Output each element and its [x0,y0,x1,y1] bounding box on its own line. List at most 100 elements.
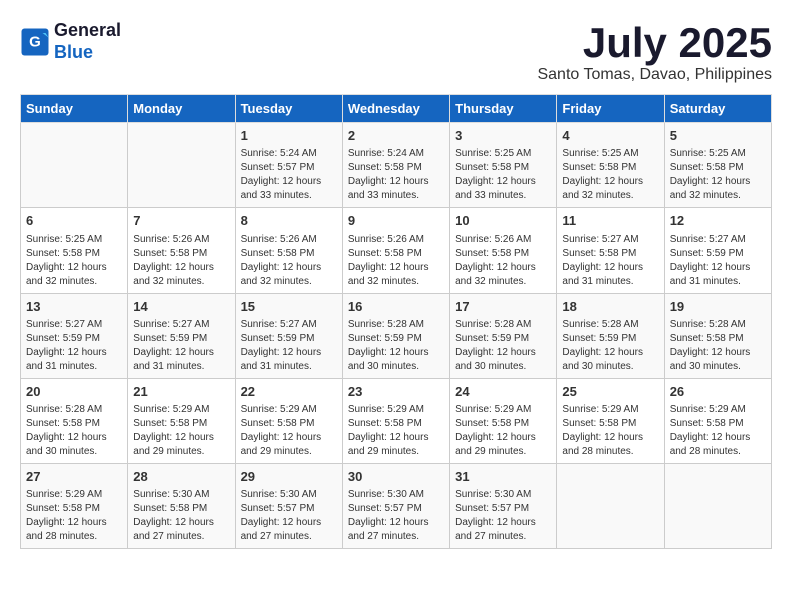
calendar-cell [664,463,771,548]
day-number: 13 [26,298,122,316]
day-header-friday: Friday [557,95,664,123]
day-info: Sunrise: 5:26 AM Sunset: 5:58 PM Dayligh… [133,233,229,289]
day-info: Sunrise: 5:27 AM Sunset: 5:59 PM Dayligh… [241,318,337,374]
day-info: Sunrise: 5:27 AM Sunset: 5:59 PM Dayligh… [133,318,229,374]
calendar-cell: 29Sunrise: 5:30 AM Sunset: 5:57 PM Dayli… [235,463,342,548]
calendar-cell: 26 Sunrise: 5:29 AM Sunset: 5:58 PM Dayli… [664,378,771,463]
day-info: Sunrise: 5:25 AM Sunset: 5:58 PM Dayligh… [670,147,766,203]
day-number: 26 [670,383,766,401]
calendar-cell: 24Sunrise: 5:29 AM Sunset: 5:58 PM Dayli… [450,378,557,463]
month-title: July 2025 [537,20,772,66]
day-number: 30 [348,468,444,486]
calendar-cell: 25 Sunrise: 5:29 AM Sunset: 5:58 PM Dayli… [557,378,664,463]
day-info: Sunrise: 5:26 AM Sunset: 5:58 PM Dayligh… [241,233,337,289]
day-info: Sunrise: 5:29 AM Sunset: 5:58 PM Dayligh… [133,403,229,459]
day-header-wednesday: Wednesday [342,95,449,123]
day-number: 25 [562,383,658,401]
logo: G General Blue [20,20,121,63]
calendar-cell: 4 Sunrise: 5:25 AM Sunset: 5:58 PM Daylig… [557,123,664,208]
day-number: 20 [26,383,122,401]
day-info: Sunrise: 5:27 AM Sunset: 5:58 PM Dayligh… [562,233,658,289]
day-number: 3 [455,127,551,145]
day-number: 19 [670,298,766,316]
calendar-cell: 21 Sunrise: 5:29 AM Sunset: 5:58 PM Dayli… [128,378,235,463]
calendar-cell: 7 Sunrise: 5:26 AM Sunset: 5:58 PM Daylig… [128,208,235,293]
calendar-cell: 9 Sunrise: 5:26 AM Sunset: 5:58 PM Daylig… [342,208,449,293]
day-number: 8 [241,212,337,230]
calendar-cell: 3Sunrise: 5:25 AM Sunset: 5:58 PM Daylig… [450,123,557,208]
calendar-cell: 20 Sunrise: 5:28 AM Sunset: 5:58 PM Dayli… [21,378,128,463]
title-block: July 2025 Santo Tomas, Davao, Philippine… [537,20,772,84]
calendar-cell: 15 Sunrise: 5:27 AM Sunset: 5:59 PM Dayli… [235,293,342,378]
calendar-cell: 13 Sunrise: 5:27 AM Sunset: 5:59 PM Dayli… [21,293,128,378]
day-number: 28 [133,468,229,486]
day-info: Sunrise: 5:28 AM Sunset: 5:59 PM Dayligh… [562,318,658,374]
day-info: Sunrise: 5:30 AM Sunset: 5:57 PM Dayligh… [241,488,337,544]
calendar-cell: 1Sunrise: 5:24 AM Sunset: 5:57 PM Daylig… [235,123,342,208]
day-number: 9 [348,212,444,230]
page-header: G General Blue July 2025 Santo Tomas, Da… [20,20,772,84]
day-info: Sunrise: 5:28 AM Sunset: 5:59 PM Dayligh… [348,318,444,374]
day-number: 18 [562,298,658,316]
calendar-cell: 10 Sunrise: 5:26 AM Sunset: 5:58 PM Dayli… [450,208,557,293]
calendar-cell: 31 Sunrise: 5:30 AM Sunset: 5:57 PM Dayli… [450,463,557,548]
logo-text: General Blue [54,20,121,63]
day-info: Sunrise: 5:29 AM Sunset: 5:58 PM Dayligh… [562,403,658,459]
day-header-tuesday: Tuesday [235,95,342,123]
day-info: Sunrise: 5:29 AM Sunset: 5:58 PM Dayligh… [670,403,766,459]
day-number: 2 [348,127,444,145]
calendar-cell: 17 Sunrise: 5:28 AM Sunset: 5:59 PM Dayli… [450,293,557,378]
day-number: 6 [26,212,122,230]
day-info: Sunrise: 5:25 AM Sunset: 5:58 PM Dayligh… [562,147,658,203]
day-number: 14 [133,298,229,316]
day-info: Sunrise: 5:24 AM Sunset: 5:57 PM Dayligh… [241,147,337,203]
day-info: Sunrise: 5:29 AM Sunset: 5:58 PM Dayligh… [348,403,444,459]
day-info: Sunrise: 5:28 AM Sunset: 5:58 PM Dayligh… [26,403,122,459]
day-number: 31 [455,468,551,486]
day-number: 7 [133,212,229,230]
calendar-cell: 23Sunrise: 5:29 AM Sunset: 5:58 PM Dayli… [342,378,449,463]
calendar-week-1: 1Sunrise: 5:24 AM Sunset: 5:57 PM Daylig… [21,123,772,208]
day-number: 15 [241,298,337,316]
calendar-week-5: 27Sunrise: 5:29 AM Sunset: 5:58 PM Dayli… [21,463,772,548]
day-info: Sunrise: 5:26 AM Sunset: 5:58 PM Dayligh… [455,233,551,289]
day-number: 11 [562,212,658,230]
calendar-cell: 11 Sunrise: 5:27 AM Sunset: 5:58 PM Dayli… [557,208,664,293]
subtitle: Santo Tomas, Davao, Philippines [537,66,772,84]
day-number: 4 [562,127,658,145]
day-info: Sunrise: 5:25 AM Sunset: 5:58 PM Dayligh… [26,233,122,289]
calendar-cell: 30Sunrise: 5:30 AM Sunset: 5:57 PM Dayli… [342,463,449,548]
day-info: Sunrise: 5:26 AM Sunset: 5:58 PM Dayligh… [348,233,444,289]
calendar-cell: 5Sunrise: 5:25 AM Sunset: 5:58 PM Daylig… [664,123,771,208]
day-number: 21 [133,383,229,401]
calendar-cell [128,123,235,208]
calendar-body: 1Sunrise: 5:24 AM Sunset: 5:57 PM Daylig… [21,123,772,549]
calendar-header-row: SundayMondayTuesdayWednesdayThursdayFrid… [21,95,772,123]
day-info: Sunrise: 5:24 AM Sunset: 5:58 PM Dayligh… [348,147,444,203]
day-info: Sunrise: 5:28 AM Sunset: 5:59 PM Dayligh… [455,318,551,374]
calendar-cell: 12Sunrise: 5:27 AM Sunset: 5:59 PM Dayli… [664,208,771,293]
calendar-cell: 16Sunrise: 5:28 AM Sunset: 5:59 PM Dayli… [342,293,449,378]
calendar-cell: 14 Sunrise: 5:27 AM Sunset: 5:59 PM Dayli… [128,293,235,378]
calendar-week-4: 20 Sunrise: 5:28 AM Sunset: 5:58 PM Dayli… [21,378,772,463]
calendar-cell [21,123,128,208]
calendar-cell: 8 Sunrise: 5:26 AM Sunset: 5:58 PM Daylig… [235,208,342,293]
calendar-cell: 22Sunrise: 5:29 AM Sunset: 5:58 PM Dayli… [235,378,342,463]
calendar-cell: 27Sunrise: 5:29 AM Sunset: 5:58 PM Dayli… [21,463,128,548]
day-info: Sunrise: 5:27 AM Sunset: 5:59 PM Dayligh… [26,318,122,374]
day-info: Sunrise: 5:30 AM Sunset: 5:57 PM Dayligh… [455,488,551,544]
day-info: Sunrise: 5:29 AM Sunset: 5:58 PM Dayligh… [26,488,122,544]
day-info: Sunrise: 5:29 AM Sunset: 5:58 PM Dayligh… [455,403,551,459]
logo-icon: G [20,27,50,57]
calendar-cell: 6 Sunrise: 5:25 AM Sunset: 5:58 PM Daylig… [21,208,128,293]
day-number: 17 [455,298,551,316]
day-info: Sunrise: 5:30 AM Sunset: 5:58 PM Dayligh… [133,488,229,544]
day-info: Sunrise: 5:27 AM Sunset: 5:59 PM Dayligh… [670,233,766,289]
day-info: Sunrise: 5:28 AM Sunset: 5:58 PM Dayligh… [670,318,766,374]
day-number: 10 [455,212,551,230]
calendar-cell: 18 Sunrise: 5:28 AM Sunset: 5:59 PM Dayli… [557,293,664,378]
day-header-saturday: Saturday [664,95,771,123]
calendar-cell: 28 Sunrise: 5:30 AM Sunset: 5:58 PM Dayli… [128,463,235,548]
day-header-thursday: Thursday [450,95,557,123]
calendar-table: SundayMondayTuesdayWednesdayThursdayFrid… [20,94,772,549]
